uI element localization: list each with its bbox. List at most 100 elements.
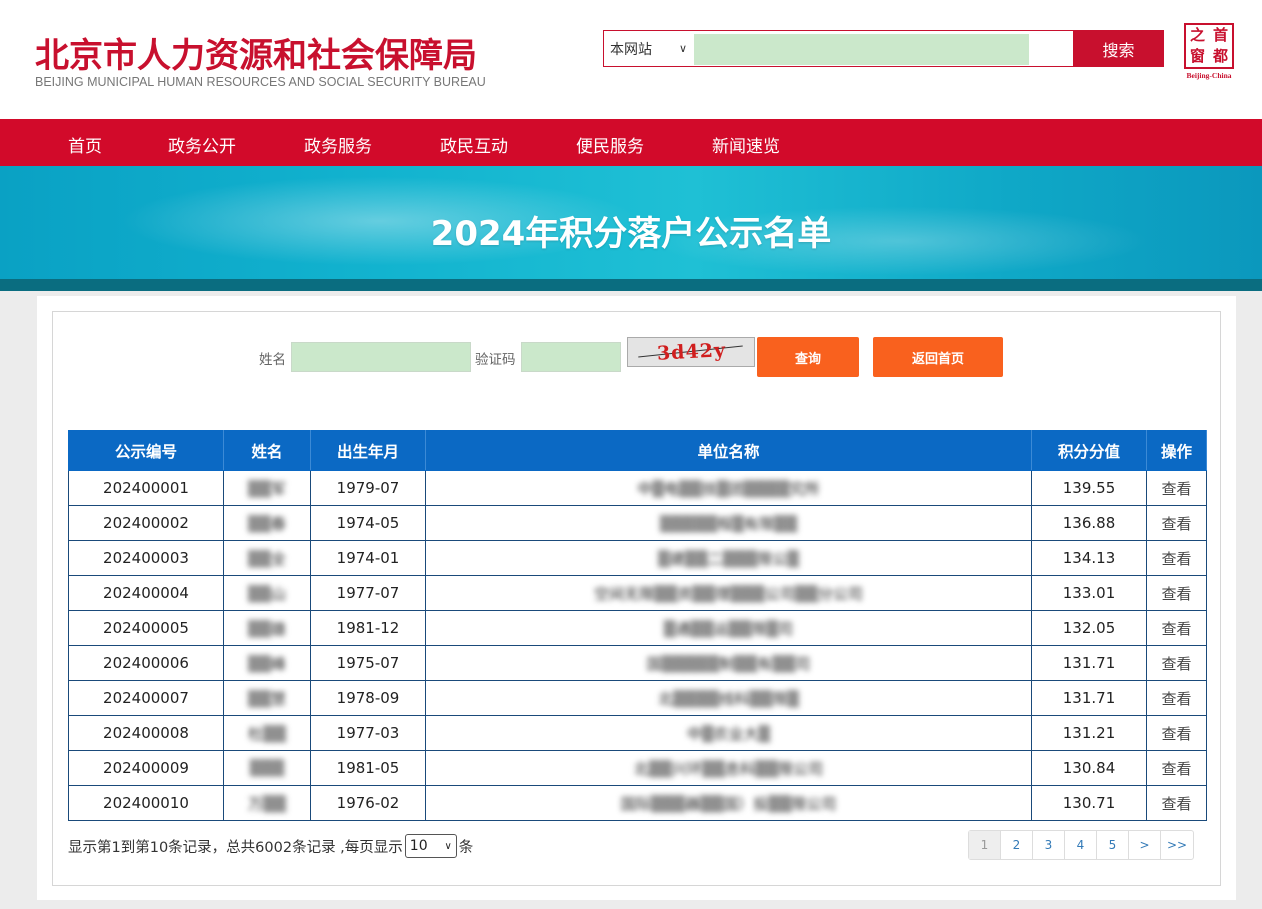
back-home-button[interactable]: 返回首页: [873, 337, 1003, 377]
seal-logo-icon: 之 首 窗 都: [1184, 23, 1234, 69]
cell-score: 131.71: [1031, 645, 1147, 681]
banner-divider: [0, 279, 1262, 291]
chevron-down-icon: ∨: [444, 840, 452, 852]
table-row: 202400005 ▒▒雄 1981-12 ▒通▒▒运▒▒限▒司 132.05 查看: [68, 610, 1207, 646]
column-header-action: 操作: [1146, 430, 1207, 471]
cell-unit: 中▒电▒▒技▒团▒▒▒▒究所: [425, 470, 1032, 506]
captcha-text: 3d42y: [655, 339, 727, 365]
table-row: 202400010 万▒▒ 1976-02 国际▒▒▒器▒▒国）投▒▒限公司 130.7…: [68, 785, 1207, 821]
cell-score: 131.71: [1031, 680, 1147, 716]
cell-birth: 1979-07: [310, 470, 426, 506]
table-row: 202400008 杜▒▒ 1977-03 中▒农业大▒ 131.21 查看: [68, 715, 1207, 751]
cell-id: 202400008: [68, 715, 224, 751]
cell-score: 132.05: [1031, 610, 1147, 646]
cell-birth: 1977-07: [310, 575, 426, 611]
seal-char: 首: [1212, 26, 1228, 44]
cell-id: 202400006: [68, 645, 224, 681]
nav-item-interaction[interactable]: 政民互动: [440, 132, 508, 157]
main-nav: 首页 政务公开 政务服务 政民互动 便民服务 新闻速览: [0, 119, 1262, 166]
view-link[interactable]: 查看: [1146, 645, 1207, 681]
seal-char: 之: [1189, 26, 1205, 44]
seal-caption: Beijing-China: [1186, 71, 1232, 80]
page-size-select[interactable]: 10 ∨: [404, 834, 457, 858]
cell-unit: 国▒▒▒▒▒制▒▒有▒▒司: [425, 645, 1032, 681]
page-title: 2024年积分落户公示名单: [430, 214, 832, 254]
cell-score: 133.01: [1031, 575, 1147, 611]
view-link[interactable]: 查看: [1146, 470, 1207, 506]
cell-unit: 中▒农业大▒: [425, 715, 1032, 751]
cell-birth: 1981-12: [310, 610, 426, 646]
cell-name: ▒▒军: [223, 470, 311, 506]
cell-score: 131.21: [1031, 715, 1147, 751]
cell-name: 万▒▒: [223, 785, 311, 821]
seal-char: 窗: [1189, 47, 1205, 65]
next-page-button[interactable]: >: [1129, 831, 1161, 859]
cell-score: 139.55: [1031, 470, 1147, 506]
table-row: 202400004 ▒▒山 1977-07 空间无限▒▒资▒▒理▒▒▒公司▒▒分公司 1…: [68, 575, 1207, 611]
nav-item-convenience[interactable]: 便民服务: [576, 132, 644, 157]
chevron-down-icon: ∨: [678, 42, 687, 55]
nav-item-news[interactable]: 新闻速览: [712, 132, 780, 157]
nav-item-services[interactable]: 政务服务: [304, 132, 372, 157]
table-row: 202400007 ▒▒慧 1978-09 北▒▒▒▒线科▒▒限▒ 131.71 查看: [68, 680, 1207, 716]
column-header-unit: 单位名称: [425, 430, 1032, 471]
page-2-button[interactable]: 2: [1001, 831, 1033, 859]
view-link[interactable]: 查看: [1146, 750, 1207, 786]
cell-score: 130.71: [1031, 785, 1147, 821]
cell-birth: 1974-01: [310, 540, 426, 576]
pagination: 1 2 3 4 5 > >>: [968, 830, 1194, 860]
cell-id: 202400007: [68, 680, 224, 716]
last-page-button[interactable]: >>: [1161, 831, 1193, 859]
name-label: 姓名: [259, 352, 286, 368]
site-title-cn[interactable]: 北京市人力资源和社会保障局: [35, 28, 477, 77]
result-table: 公示编号 姓名 出生年月 单位名称 积分分值 操作 202400001 ▒▒军 19…: [68, 430, 1207, 821]
cell-name: 杜▒▒: [223, 715, 311, 751]
cell-birth: 1978-09: [310, 680, 426, 716]
cell-id: 202400009: [68, 750, 224, 786]
column-header-score: 积分分值: [1031, 430, 1147, 471]
view-link[interactable]: 查看: [1146, 680, 1207, 716]
result-panel: 姓名 验证码 3d42y 查询 返回首页 公示编号 姓名 出生年月 单位名称 积…: [52, 311, 1221, 886]
cell-unit: ▒通▒▒运▒▒限▒司: [425, 610, 1032, 646]
cell-id: 202400002: [68, 505, 224, 541]
table-row: 202400009 ▒▒▒ 1981-05 北▒▒兴环▒▒息科▒▒限公司 130.84 查…: [68, 750, 1207, 786]
page-1-button[interactable]: 1: [969, 831, 1001, 859]
nav-item-home[interactable]: 首页: [68, 132, 102, 157]
view-link[interactable]: 查看: [1146, 785, 1207, 821]
table-row: 202400002 ▒▒春 1974-05 ▒▒▒▒▒程▒有限▒▒ 136.88 查看: [68, 505, 1207, 541]
view-link[interactable]: 查看: [1146, 575, 1207, 611]
table-header-row: 公示编号 姓名 出生年月 单位名称 积分分值 操作: [68, 430, 1207, 471]
captcha-input[interactable]: [521, 342, 621, 372]
column-header-id: 公示编号: [68, 430, 224, 471]
page-4-button[interactable]: 4: [1065, 831, 1097, 859]
cell-name: ▒▒峰: [223, 645, 311, 681]
cell-unit: 北▒▒▒▒线科▒▒限▒: [425, 680, 1032, 716]
view-link[interactable]: 查看: [1146, 540, 1207, 576]
query-button[interactable]: 查询: [757, 337, 859, 377]
search-input[interactable]: [694, 34, 1029, 65]
search-scope-select[interactable]: 本网站 ∨: [604, 31, 693, 66]
search-button[interactable]: 搜索: [1073, 30, 1164, 67]
page-3-button[interactable]: 3: [1033, 831, 1065, 859]
capital-window-seal[interactable]: 之 首 窗 都 Beijing-China: [1181, 23, 1237, 81]
site-title-en: BEIJING MUNICIPAL HUMAN RESOURCES AND SO…: [35, 75, 486, 89]
column-header-birth: 出生年月: [310, 430, 426, 471]
cell-birth: 1976-02: [310, 785, 426, 821]
page-5-button[interactable]: 5: [1097, 831, 1129, 859]
name-input[interactable]: [291, 342, 471, 372]
nav-item-government-affairs[interactable]: 政务公开: [168, 132, 236, 157]
view-link[interactable]: 查看: [1146, 715, 1207, 751]
view-link[interactable]: 查看: [1146, 505, 1207, 541]
records-text: 显示第1到第10条记录，总共6002条记录 ,每页显示: [68, 839, 403, 856]
cell-name: ▒▒全: [223, 540, 311, 576]
captcha-label: 验证码: [475, 352, 516, 368]
table-row: 202400001 ▒▒军 1979-07 中▒电▒▒技▒团▒▒▒▒究所 139.55 查…: [68, 470, 1207, 506]
cell-birth: 1975-07: [310, 645, 426, 681]
search-scope-value: 本网站: [610, 41, 652, 58]
cell-id: 202400004: [68, 575, 224, 611]
cell-name: ▒▒▒: [223, 750, 311, 786]
cell-id: 202400010: [68, 785, 224, 821]
view-link[interactable]: 查看: [1146, 610, 1207, 646]
captcha-image[interactable]: 3d42y: [627, 337, 755, 367]
page-banner: 2024年积分落户公示名单: [0, 166, 1262, 281]
